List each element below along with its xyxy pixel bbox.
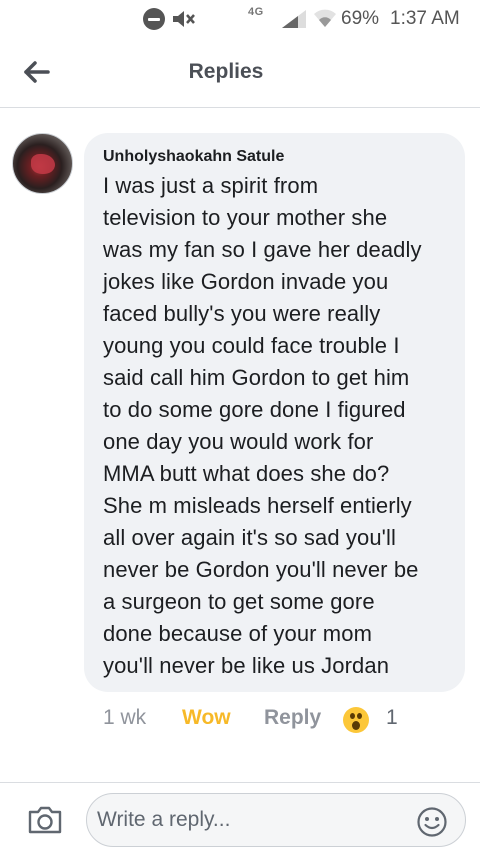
network-type: 4G (248, 6, 264, 18)
comment-author[interactable]: Unholyshaokahn Satule (103, 147, 447, 167)
avatar-image (31, 154, 55, 174)
reaction-count[interactable]: 1 (386, 706, 398, 730)
smiley-icon (417, 807, 447, 837)
mute-icon (173, 11, 195, 27)
camera-button[interactable] (27, 805, 63, 840)
reply-button[interactable]: Reply (264, 706, 321, 730)
wifi-icon (314, 9, 336, 27)
status-bar: 4G 69% 1:37 AM (0, 0, 480, 36)
battery-percent: 69% (341, 8, 380, 29)
comment-text: I was just a spirit from television to y… (103, 173, 422, 678)
do-not-disturb-icon (143, 8, 165, 30)
comment-bubble: Unholyshaokahn Satule I was just a spiri… (84, 133, 465, 692)
signal-icon (282, 10, 306, 28)
emoji-button[interactable] (416, 806, 448, 843)
status-time: 1:37 AM (390, 8, 460, 29)
emoji-eye-left (350, 713, 355, 719)
emoji-eye-right (357, 713, 362, 719)
header-bar: Replies (0, 36, 480, 108)
reply-input-box[interactable] (86, 793, 466, 847)
reply-composer (0, 782, 480, 854)
page-title: Replies (188, 60, 264, 83)
avatar[interactable] (12, 133, 73, 194)
camera-icon (28, 806, 62, 834)
comment-timestamp[interactable]: 1 wk (103, 706, 146, 730)
emoji-mouth (352, 721, 360, 730)
wow-emoji-icon[interactable] (343, 707, 369, 733)
reply-input[interactable] (97, 802, 397, 838)
wow-reaction-button[interactable]: Wow (182, 706, 231, 730)
